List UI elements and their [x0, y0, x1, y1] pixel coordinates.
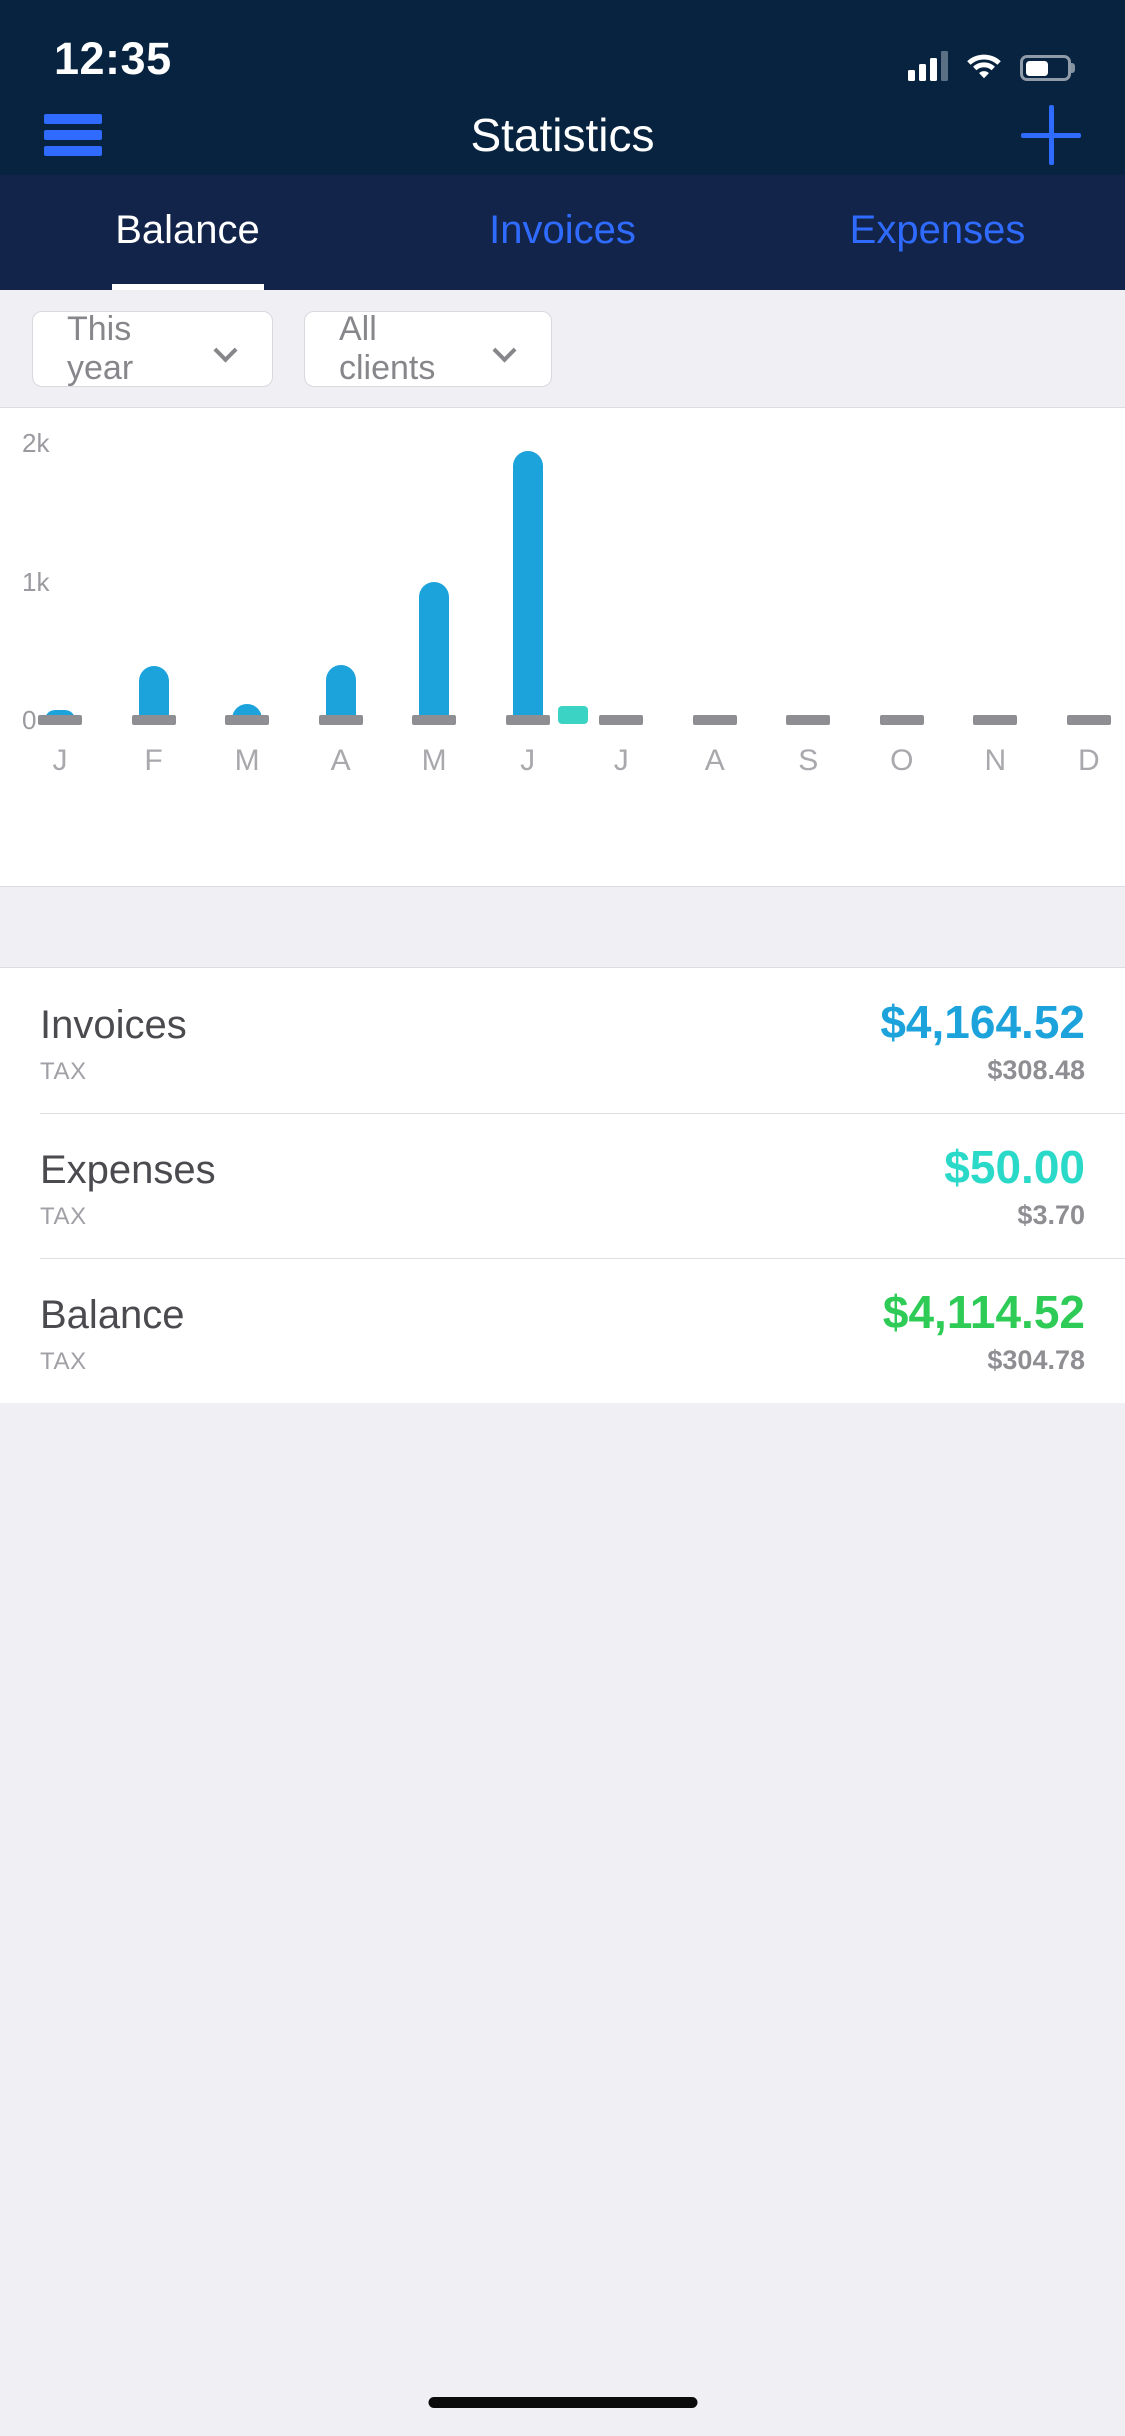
app-screen: 12:35 Statistics Balance Invoices Expens… — [0, 0, 1125, 2436]
chevron-down-icon — [495, 342, 517, 355]
chart-bars — [38, 451, 1111, 720]
baseline-dash — [412, 715, 457, 725]
page-background-fill — [0, 1403, 1125, 2436]
tab-balance[interactable]: Balance — [0, 175, 375, 290]
summary-list: Invoices $4,164.52 TAX $308.48 Expenses $50.0… — [0, 968, 1125, 1403]
summary-row-label: Expenses — [40, 1148, 216, 1192]
baseline-dash — [879, 715, 924, 725]
baseline-dash — [505, 715, 550, 725]
chevron-down-icon — [216, 342, 238, 355]
summary-row-amount: $4,164.52 — [880, 996, 1085, 1048]
bar-may[interactable] — [412, 581, 456, 720]
month-label-september: S — [798, 744, 819, 777]
summary-row-amount: $4,114.52 — [882, 1286, 1085, 1338]
chart-plot-area: 2k 1k 0 JFMAMJJASOND — [0, 408, 1125, 886]
summary-row-tax-label: TAX — [40, 1058, 87, 1085]
plus-icon[interactable] — [1021, 105, 1081, 165]
month-label-march: M — [234, 744, 260, 777]
bar-segment — [325, 664, 356, 720]
balance-bar-chart[interactable]: 2k 1k 0 JFMAMJJASOND — [0, 408, 1125, 886]
summary-row-tax-value: $308.48 — [987, 1055, 1085, 1085]
summary-row-label: Invoices — [40, 1003, 187, 1047]
client-filter-dropdown[interactable]: All clients — [304, 309, 552, 387]
month-label-april: A — [330, 744, 351, 777]
bar-june[interactable] — [506, 451, 550, 720]
cellular-signal-icon — [908, 49, 948, 81]
section-spacer — [0, 886, 1125, 968]
baseline-dash — [692, 715, 737, 725]
baseline-dash — [973, 715, 1018, 725]
summary-row-tax-value: $3.70 — [1017, 1200, 1085, 1230]
status-time: 12:35 — [54, 33, 172, 84]
month-label-december: D — [1078, 744, 1100, 777]
home-indicator — [428, 2397, 697, 2408]
bar-february[interactable] — [132, 666, 176, 720]
month-label-june: J — [520, 744, 536, 777]
period-filter-dropdown[interactable]: This year — [32, 309, 273, 387]
month-label-october: O — [890, 744, 914, 777]
bar-segment — [419, 581, 450, 720]
tab-expenses[interactable]: Expenses — [750, 175, 1125, 290]
tab-bar: Balance Invoices Expenses — [0, 175, 1125, 290]
month-label-january: J — [52, 744, 68, 777]
tab-balance-label: Balance — [115, 208, 260, 252]
hamburger-menu-icon[interactable] — [44, 111, 102, 159]
y-axis-tick-0: 0 — [22, 705, 37, 735]
baseline-dash — [225, 715, 270, 725]
baseline-dash — [38, 715, 82, 725]
status-bar: 12:35 — [0, 0, 1125, 95]
status-icons — [908, 49, 1071, 81]
summary-row-label: Balance — [40, 1293, 185, 1337]
period-filter-label: This year — [67, 309, 134, 387]
page-title: Statistics — [470, 109, 655, 161]
summary-row-expenses[interactable]: Expenses $50.00 TAX $3.70 — [0, 1113, 1125, 1258]
tab-expenses-label: Expenses — [849, 208, 1026, 252]
month-label-february: F — [144, 744, 163, 777]
bar-segment — [138, 666, 169, 720]
battery-icon — [1020, 55, 1071, 81]
bar-segment — [512, 451, 543, 720]
wifi-icon — [965, 51, 1003, 81]
tab-invoices-label: Invoices — [489, 208, 636, 252]
summary-row-invoices[interactable]: Invoices $4,164.52 TAX $308.48 — [0, 968, 1125, 1113]
app-header: Statistics — [0, 95, 1125, 175]
filter-bar: This year All clients — [0, 290, 1125, 408]
baseline-dash — [318, 715, 363, 725]
summary-row-tax-value: $304.78 — [987, 1345, 1085, 1375]
month-label-may: M — [421, 744, 447, 777]
tab-invoices[interactable]: Invoices — [375, 175, 750, 290]
summary-row-tax-label: TAX — [40, 1203, 87, 1230]
month-label-november: N — [984, 744, 1007, 777]
month-label-august: A — [704, 744, 725, 777]
expenses-bar-june[interactable] — [557, 706, 588, 724]
bar-april[interactable] — [319, 664, 363, 720]
summary-row-amount: $50.00 — [944, 1141, 1085, 1193]
summary-row-balance[interactable]: Balance $4,114.52 TAX $304.78 — [0, 1258, 1125, 1403]
baseline-dash — [599, 715, 644, 725]
month-label-july: J — [613, 744, 629, 777]
baseline-dash — [131, 715, 176, 725]
client-filter-label: All clients — [339, 309, 436, 387]
baseline-dash — [1066, 715, 1111, 725]
summary-row-tax-label: TAX — [40, 1348, 87, 1375]
baseline-dash — [786, 715, 831, 725]
x-axis-month-labels: JFMAMJJASOND — [38, 744, 1111, 778]
